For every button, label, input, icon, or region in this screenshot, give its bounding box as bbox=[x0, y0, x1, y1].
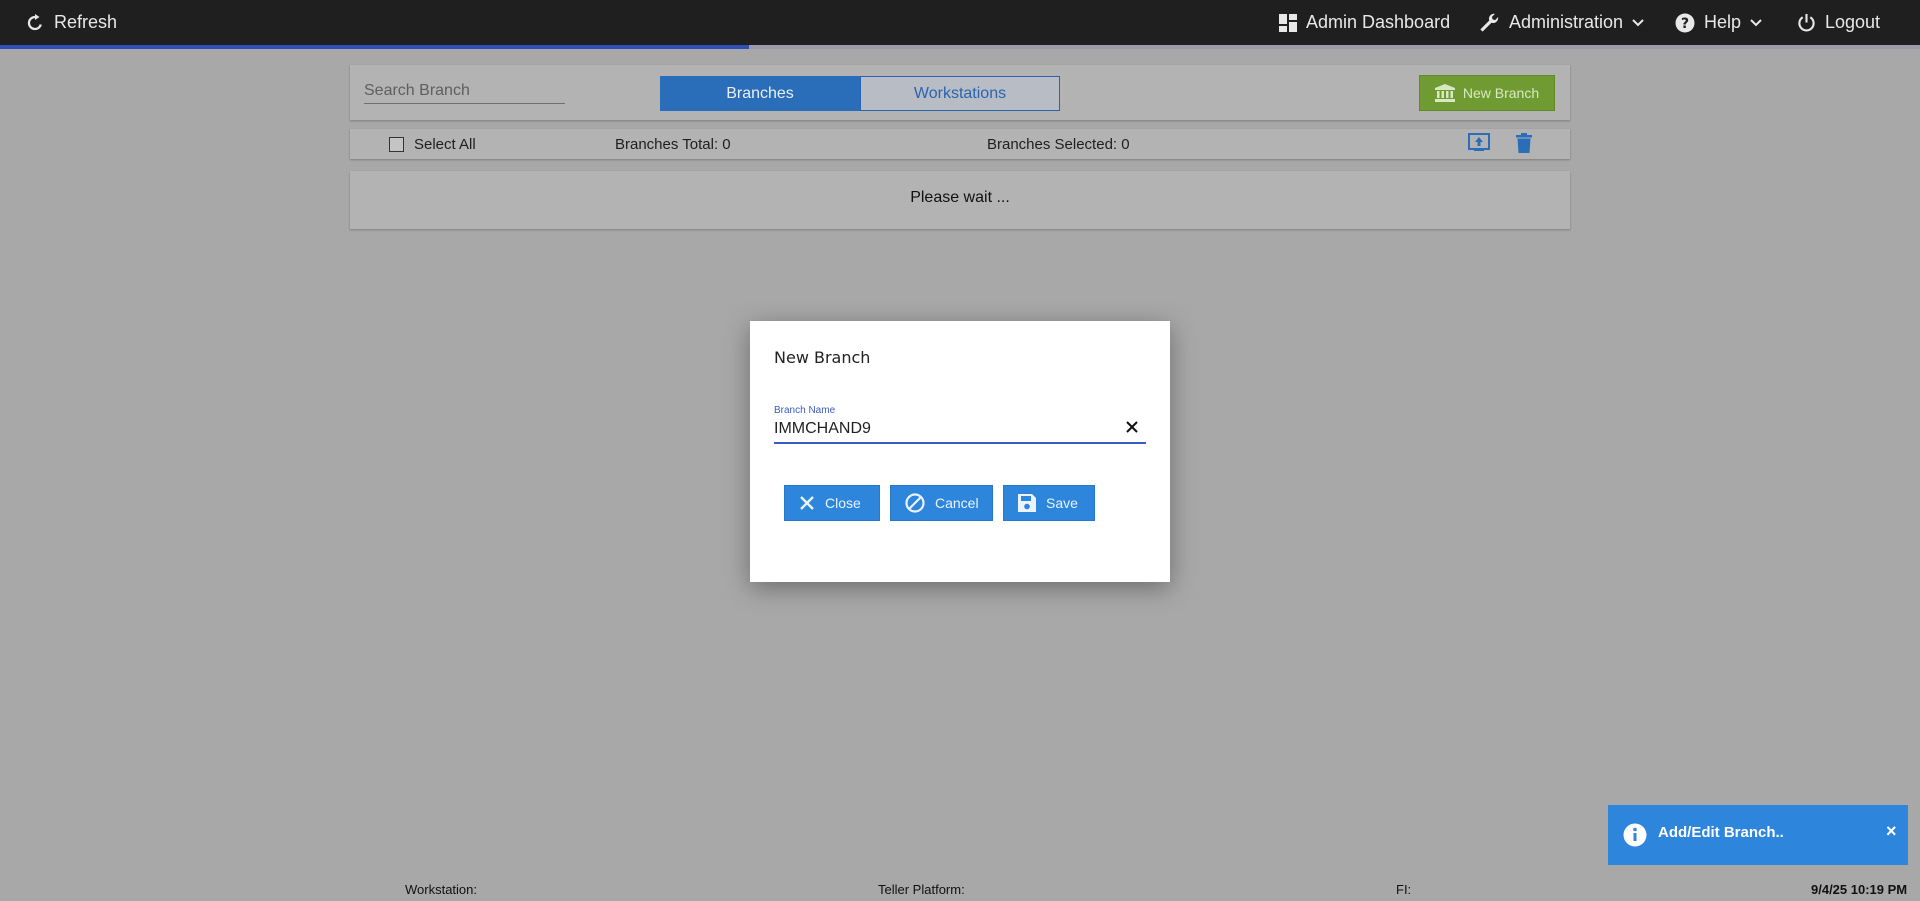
logout-button[interactable]: Logout bbox=[1797, 0, 1880, 45]
fi-label: FI: bbox=[1396, 882, 1412, 897]
admin-dashboard-link[interactable]: Admin Dashboard bbox=[1279, 0, 1450, 45]
branch-name-input[interactable] bbox=[774, 416, 1146, 444]
refresh-icon bbox=[27, 13, 42, 30]
workstation-label: Workstation: bbox=[405, 882, 478, 897]
branches-selected: Branches Selected: 0 bbox=[987, 136, 1130, 153]
ban-icon bbox=[905, 493, 925, 513]
loading-progress-bar bbox=[0, 45, 1920, 49]
power-icon bbox=[1798, 13, 1815, 32]
trash-icon bbox=[1516, 133, 1532, 153]
close-icon bbox=[1126, 421, 1138, 433]
selection-bar: Select All Branches Total: 0 Branches Se… bbox=[350, 129, 1570, 159]
status-footer: Workstation: Teller Platform: FI: 9/4/25… bbox=[0, 877, 1920, 901]
notification-toast: Add/Edit Branch.. × bbox=[1608, 805, 1908, 865]
help-menu[interactable]: ? Help bbox=[1675, 0, 1762, 45]
cancel-label: Cancel bbox=[935, 495, 979, 511]
close-button[interactable]: Close bbox=[784, 485, 880, 521]
select-all-label: Select All bbox=[414, 136, 476, 153]
upload-icon bbox=[1468, 133, 1490, 151]
help-icon: ? bbox=[1675, 13, 1695, 32]
toast-close-button[interactable]: × bbox=[1886, 821, 1897, 842]
save-label: Save bbox=[1046, 495, 1078, 511]
teller-platform-label: Teller Platform: bbox=[878, 882, 965, 897]
new-branch-dialog: New Branch Branch Name Close Cancel Save bbox=[750, 321, 1170, 582]
svg-text:?: ? bbox=[1681, 16, 1689, 32]
administration-menu[interactable]: Administration bbox=[1478, 0, 1644, 45]
info-icon bbox=[1623, 823, 1647, 847]
save-button[interactable]: Save bbox=[1003, 485, 1095, 521]
save-icon bbox=[1018, 494, 1036, 512]
select-all-checkbox[interactable] bbox=[389, 137, 404, 152]
admin-dashboard-label: Admin Dashboard bbox=[1306, 12, 1451, 32]
wrench-icon bbox=[1480, 13, 1499, 32]
bank-icon bbox=[1434, 84, 1455, 102]
chevron-down-icon bbox=[1750, 18, 1762, 26]
datetime-label: 9/4/25 10:19 PM bbox=[1811, 882, 1908, 897]
new-branch-label: New Branch bbox=[1462, 85, 1540, 101]
chevron-down-icon bbox=[1632, 18, 1644, 26]
loading-progress-fill bbox=[0, 45, 749, 49]
toast-message: Add/Edit Branch.. bbox=[1658, 824, 1784, 841]
dialog-title: New Branch bbox=[774, 348, 871, 367]
dashboard-icon bbox=[1279, 13, 1297, 32]
branch-list: Please wait ... bbox=[350, 171, 1570, 229]
loading-message: Please wait ... bbox=[910, 189, 1010, 206]
tab-workstations[interactable]: Workstations bbox=[860, 76, 1060, 111]
close-label: Close bbox=[825, 495, 861, 511]
help-label: Help bbox=[1704, 12, 1742, 32]
top-navigation-bar: Refresh Admin Dashboard Administration ?… bbox=[0, 0, 1920, 45]
close-icon bbox=[800, 496, 814, 510]
refresh-label: Refresh bbox=[54, 12, 118, 32]
delete-button[interactable] bbox=[1516, 133, 1532, 158]
clear-input-button[interactable] bbox=[1124, 419, 1140, 435]
refresh-button[interactable]: Refresh bbox=[26, 0, 117, 45]
administration-label: Administration bbox=[1509, 12, 1624, 32]
branch-toolbar: Branches Workstations New Branch bbox=[350, 65, 1570, 120]
branch-name-label: Branch Name bbox=[774, 405, 836, 416]
new-branch-button[interactable]: New Branch bbox=[1419, 75, 1555, 111]
logout-label: Logout bbox=[1825, 12, 1881, 32]
search-branch-input[interactable] bbox=[364, 78, 565, 104]
tab-branches[interactable]: Branches bbox=[660, 76, 860, 111]
cancel-button[interactable]: Cancel bbox=[890, 485, 993, 521]
branches-total: Branches Total: 0 bbox=[615, 136, 731, 153]
upload-button[interactable] bbox=[1468, 133, 1490, 157]
